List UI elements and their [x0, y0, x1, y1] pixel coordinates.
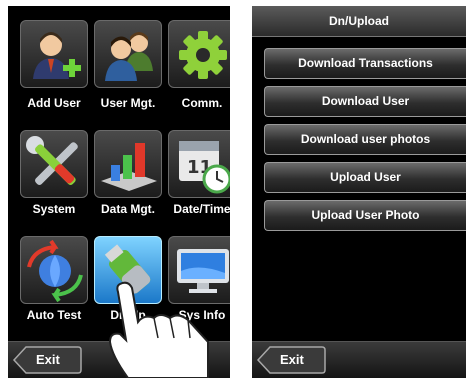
- tile-label-data-mgt: Data Mgt.: [101, 202, 155, 216]
- bottom-bar: Exit: [252, 341, 466, 378]
- tile-add-user[interactable]: [20, 20, 88, 88]
- tile-label-date-time: Date/Time: [173, 202, 230, 216]
- refresh-globe-icon: [27, 239, 83, 303]
- title-bar: Dn/Upload: [252, 6, 466, 37]
- upload-user-photo-button[interactable]: Upload User Photo: [264, 200, 466, 231]
- tile-label-user-mgt: User Mgt.: [100, 96, 156, 110]
- exit-button[interactable]: Exit: [256, 346, 326, 374]
- upload-user-button[interactable]: Upload User: [264, 162, 466, 193]
- tile-comm[interactable]: [168, 20, 230, 88]
- gear-icon: [179, 31, 227, 79]
- tile-date-time[interactable]: 11: [168, 130, 230, 198]
- page-title: Dn/Upload: [329, 14, 389, 28]
- users-icon: [105, 32, 153, 81]
- tile-label-add-user: Add User: [27, 96, 81, 110]
- tile-data-mgt[interactable]: [94, 130, 162, 198]
- tile-user-mgt[interactable]: [94, 20, 162, 88]
- tile-label-comm: Comm.: [181, 96, 223, 110]
- calendar-clock-icon: 11: [179, 141, 230, 194]
- tile-auto-test[interactable]: [20, 236, 88, 304]
- bar-chart-icon: [101, 143, 157, 191]
- exit-label: Exit: [36, 352, 60, 367]
- tile-system[interactable]: [20, 130, 88, 198]
- tile-label-system: System: [32, 202, 76, 216]
- download-user-button[interactable]: Download User: [264, 86, 466, 117]
- exit-label: Exit: [280, 352, 304, 367]
- add-user-icon: [33, 32, 81, 79]
- download-transactions-button[interactable]: Download Transactions: [264, 48, 466, 79]
- main-menu-screen: Add User User Mgt. Comm. System Data Mgt…: [8, 6, 230, 378]
- dn-upload-screen: Dn/Upload Download Transactions Download…: [252, 6, 466, 378]
- download-user-photos-button[interactable]: Download user photos: [264, 124, 466, 155]
- exit-button[interactable]: Exit: [12, 346, 82, 374]
- tile-label-auto-test: Auto Test: [26, 308, 82, 322]
- tools-icon: [26, 136, 78, 185]
- pointing-hand-icon: [108, 281, 209, 378]
